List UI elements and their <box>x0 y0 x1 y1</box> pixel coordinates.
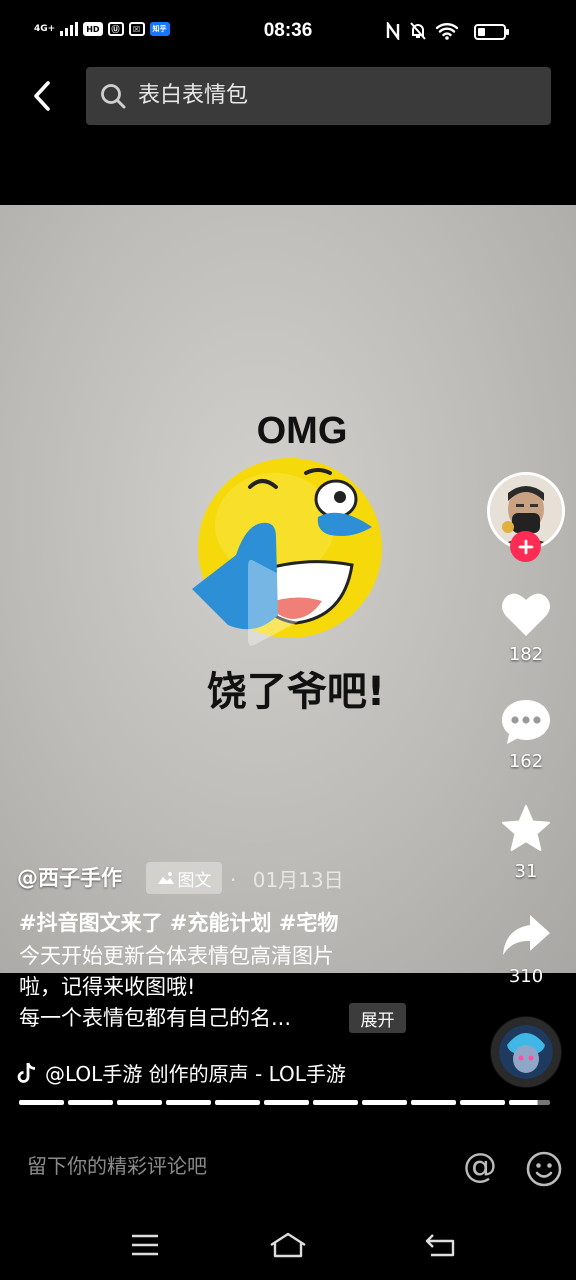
share-arrow-icon <box>503 915 550 955</box>
music-info[interactable]: @LOL手游 创作的原声 - LOL手游 <box>17 1058 346 1087</box>
battery-icon <box>474 24 509 40</box>
hashtags[interactable]: #抖音图文来了 #充能计划 #宅物 <box>19 907 338 937</box>
image-progress <box>19 1100 550 1105</box>
progress-segment[interactable] <box>362 1100 407 1105</box>
follow-button[interactable] <box>510 531 541 562</box>
search-query: 表白表情包 <box>138 83 249 108</box>
menu-icon <box>132 1234 158 1256</box>
progress-segment[interactable] <box>460 1100 505 1105</box>
comment-count: 162 <box>508 751 544 772</box>
desc-line: 啦，记得来收图哦! <box>19 975 196 999</box>
favorite-button[interactable] <box>498 801 554 857</box>
heart-icon <box>502 593 550 636</box>
comment-button[interactable] <box>498 694 554 750</box>
nav-menu-button[interactable] <box>125 1228 165 1262</box>
date-separator: · <box>230 868 237 892</box>
progress-segment[interactable] <box>166 1100 211 1105</box>
progress-segment[interactable] <box>19 1100 64 1105</box>
back-button[interactable] <box>22 76 62 116</box>
nav-back-button[interactable] <box>420 1228 460 1262</box>
mute-bell-icon <box>410 22 426 40</box>
progress-segment[interactable] <box>264 1100 309 1105</box>
search-icon <box>101 84 126 109</box>
post-date: · 01月13日 <box>230 864 344 893</box>
music-label: @LOL手游 创作的原声 - LOL手游 <box>45 1062 346 1086</box>
progress-segment[interactable] <box>411 1100 456 1105</box>
play-icon[interactable] <box>244 555 330 651</box>
nav-home-button[interactable] <box>268 1228 308 1262</box>
expand-button[interactable]: 展开 <box>349 1003 406 1033</box>
wifi-icon <box>436 23 458 40</box>
progress-segment[interactable] <box>215 1100 260 1105</box>
nfc-icon <box>386 22 400 40</box>
music-cover-art <box>499 1025 553 1079</box>
author-name[interactable]: @西子手作 <box>17 862 122 892</box>
post-image[interactable]: OMG 饶了爷吧! <box>0 205 576 973</box>
image-icon <box>157 872 174 884</box>
share-button[interactable] <box>498 908 554 964</box>
status-bar: 4G+ HD Ⓤ ☒ 知乎 08:36 <box>0 0 576 60</box>
comment-icon <box>502 700 550 744</box>
music-disc[interactable] <box>491 1017 561 1087</box>
home-icon <box>270 1232 306 1258</box>
favorite-count: 31 <box>514 861 538 882</box>
chevron-left-icon <box>34 81 50 111</box>
image-post-badge: 图文 <box>146 862 222 894</box>
image-top-text: OMG <box>257 410 348 452</box>
like-count: 182 <box>508 644 544 665</box>
mention-icon[interactable]: @ <box>460 1146 500 1186</box>
plus-icon <box>518 539 533 554</box>
emoji-icon[interactable] <box>525 1150 563 1188</box>
progress-segment-current[interactable] <box>509 1100 550 1105</box>
progress-segment[interactable] <box>117 1100 162 1105</box>
like-button[interactable] <box>498 586 554 642</box>
star-icon <box>502 805 550 851</box>
search-bar[interactable]: 表白表情包 <box>86 67 551 125</box>
image-bottom-text: 饶了爷吧! <box>207 669 385 715</box>
progress-segment[interactable] <box>68 1100 113 1105</box>
date-text: 01月13日 <box>252 868 344 892</box>
desc-line: 今天开始更新合体表情包高清图片 <box>19 944 334 968</box>
status-right <box>386 22 458 40</box>
share-count: 310 <box>508 966 544 987</box>
tiktok-note-icon <box>17 1062 36 1083</box>
image-post-label: 图文 <box>177 870 212 891</box>
return-icon <box>425 1234 455 1257</box>
comment-input[interactable]: 留下你的精彩评论吧 <box>27 1150 207 1179</box>
progress-segment[interactable] <box>313 1100 358 1105</box>
